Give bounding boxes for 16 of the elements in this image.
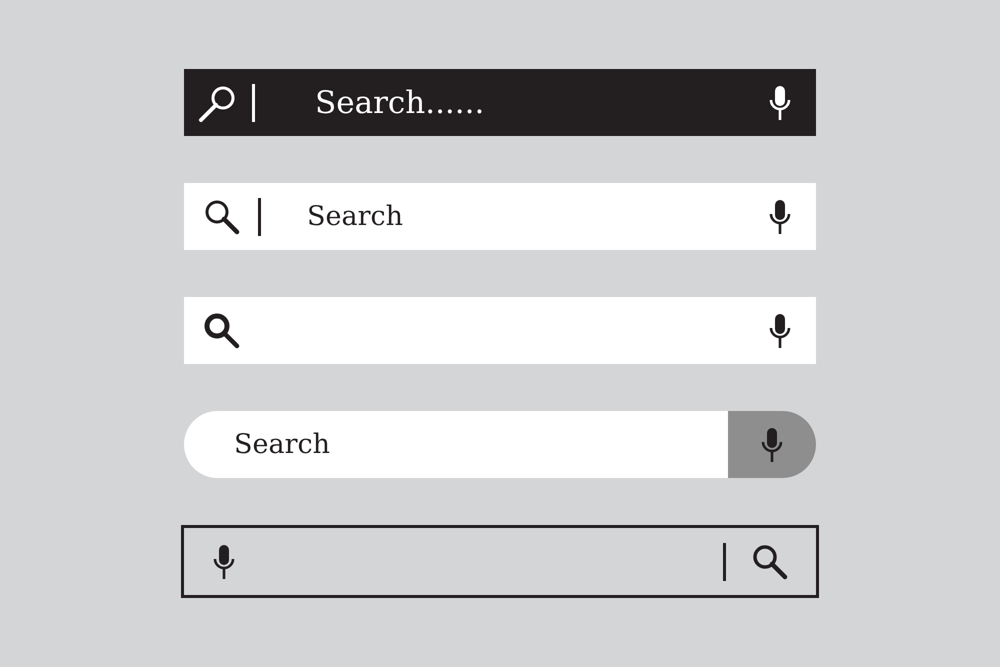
- search-icon[interactable]: [752, 544, 788, 580]
- search-field[interactable]: [184, 297, 816, 364]
- search-icon[interactable]: [204, 198, 240, 234]
- microphone-icon[interactable]: [768, 198, 792, 234]
- search-input[interactable]: Search: [307, 201, 768, 232]
- search-field[interactable]: Search: [184, 411, 816, 478]
- microphone-icon[interactable]: [768, 84, 792, 120]
- microphone-button[interactable]: [728, 411, 816, 478]
- search-input[interactable]: Search: [234, 429, 728, 460]
- search-input[interactable]: Search......: [315, 84, 768, 120]
- search-field[interactable]: Search......: [184, 69, 816, 136]
- microphone-icon[interactable]: [768, 312, 792, 348]
- search-icon[interactable]: [204, 312, 240, 348]
- search-field[interactable]: Search: [184, 183, 816, 250]
- microphone-icon[interactable]: [212, 544, 236, 580]
- search-field[interactable]: [181, 525, 819, 598]
